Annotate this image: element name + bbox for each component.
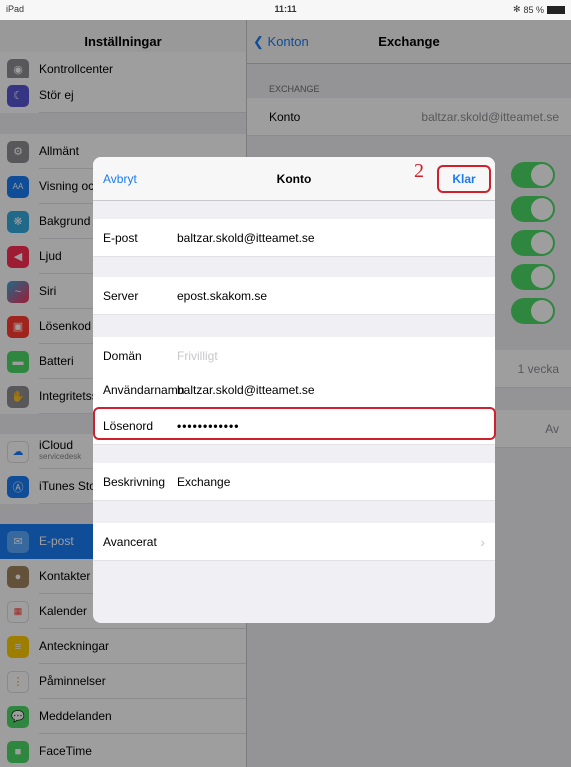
- domain-row[interactable]: Domän Frivilligt: [93, 337, 495, 375]
- modal-navbar: Avbryt Konto Klar: [93, 157, 495, 201]
- bluetooth-icon: ✻: [512, 4, 521, 14]
- description-row[interactable]: Beskrivning Exchange: [93, 463, 495, 501]
- chevron-right-icon: ›: [480, 534, 485, 550]
- email-row[interactable]: E-post baltzar.skold@itteamet.se: [93, 219, 495, 257]
- done-button[interactable]: Klar: [437, 165, 491, 193]
- server-row[interactable]: Server epost.skakom.se: [93, 277, 495, 315]
- email-field[interactable]: baltzar.skold@itteamet.se: [177, 231, 315, 245]
- modal-title: Konto: [276, 172, 312, 186]
- battery-percent: 85 %: [523, 4, 544, 15]
- password-highlight: [93, 407, 496, 440]
- domain-label: Domän: [103, 349, 142, 363]
- server-field[interactable]: epost.skakom.se: [177, 289, 267, 303]
- advanced-label: Avancerat: [103, 535, 157, 549]
- step-number: 2: [414, 160, 424, 182]
- battery-icon: [547, 5, 565, 14]
- email-label: E-post: [103, 231, 138, 245]
- clock: 11:11: [274, 4, 297, 14]
- username-label: Användarnamn: [103, 383, 185, 397]
- server-label: Server: [103, 289, 139, 303]
- advanced-row[interactable]: Avancerat ›: [93, 523, 495, 561]
- description-field[interactable]: Exchange: [177, 475, 230, 489]
- status-bar: iPad 11:11 ✻ 85 %: [0, 0, 571, 20]
- username-field[interactable]: baltzar.skold@itteamet.se: [177, 383, 315, 397]
- domain-field[interactable]: Frivilligt: [177, 349, 218, 363]
- username-row[interactable]: Användarnamn baltzar.skold@itteamet.se: [93, 371, 495, 409]
- account-modal: Avbryt Konto Klar E-post baltzar.skold@i…: [93, 157, 495, 623]
- battery-indicator: ✻ 85 %: [513, 4, 565, 15]
- description-label: Beskrivning: [103, 475, 166, 489]
